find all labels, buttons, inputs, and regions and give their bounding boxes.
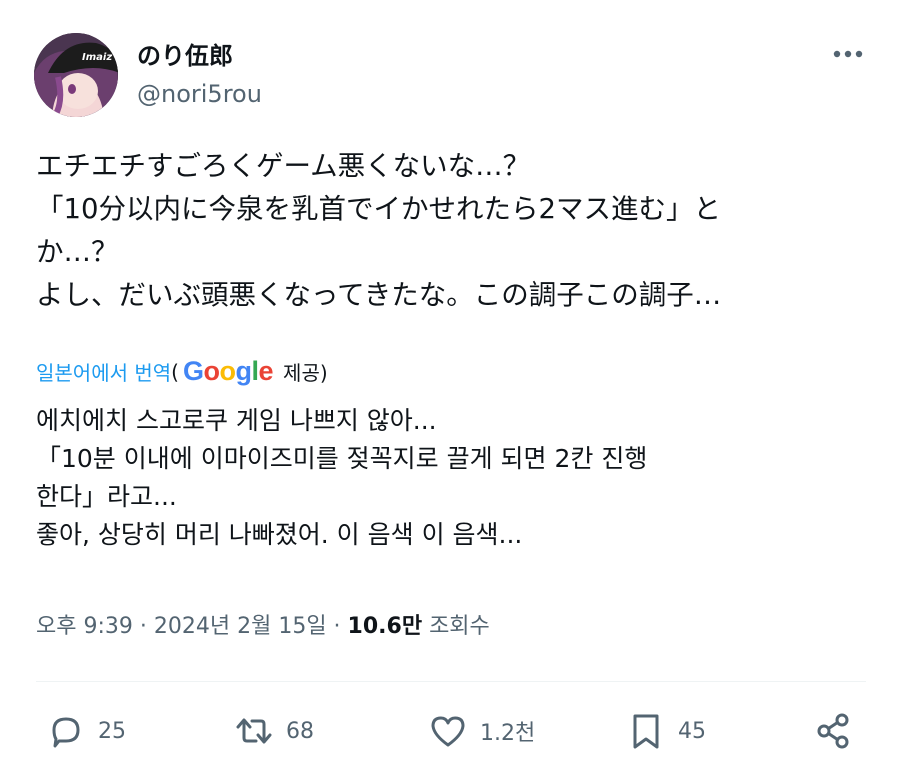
bookmark-icon bbox=[633, 714, 659, 749]
reply-count: 25 bbox=[98, 718, 126, 744]
tweet-date[interactable]: 2024년 2월 15일 bbox=[154, 614, 327, 639]
translation-attribution: 일본어에서 번역 ( Google 제공) bbox=[36, 356, 328, 387]
google-logo: Google bbox=[182, 356, 274, 387]
google-letter: o bbox=[203, 356, 221, 386]
tweet-line: エチエチすごろくゲーム悪くないな…？ bbox=[36, 150, 531, 182]
heart-icon bbox=[431, 716, 465, 747]
google-letter: e bbox=[258, 356, 274, 386]
view-count: 10.6만 bbox=[347, 614, 423, 639]
svg-text:Imaiz: Imaiz bbox=[82, 52, 112, 63]
action-bar: 25 68 1.2천 45 bbox=[36, 708, 866, 754]
divider bbox=[36, 681, 866, 682]
tweet-line: よし、だいぶ頭悪くなってきたな。この調子この調子… bbox=[36, 279, 722, 311]
google-letter: G bbox=[182, 356, 204, 386]
bookmark-button[interactable]: 45 bbox=[626, 708, 706, 754]
avatar[interactable]: Imaiz bbox=[34, 33, 118, 117]
reply-button[interactable]: 25 bbox=[46, 708, 126, 754]
translate-link[interactable]: 일본어에서 번역 bbox=[36, 357, 171, 386]
user-handle[interactable]: @nori5rou bbox=[137, 80, 262, 108]
reply-icon bbox=[52, 717, 80, 748]
separator: · bbox=[326, 614, 348, 639]
avatar-image: Imaiz bbox=[34, 33, 118, 117]
share-button[interactable] bbox=[814, 708, 866, 754]
google-letter: l bbox=[251, 356, 260, 386]
google-letter: o bbox=[219, 356, 237, 386]
bookmark-count: 45 bbox=[678, 718, 706, 744]
repost-count: 68 bbox=[286, 718, 314, 744]
translated-line: 한다」라고... bbox=[36, 482, 177, 511]
like-button[interactable]: 1.2천 bbox=[428, 708, 535, 754]
open-paren: ( bbox=[171, 359, 179, 384]
share-icon bbox=[817, 713, 849, 749]
translated-text: 에치에치 스고로쿠 게임 나쁘지 않아... 「10분 이내에 이마이즈미를 젖… bbox=[36, 402, 876, 554]
provided-label: 제공) bbox=[283, 361, 328, 385]
views-label: 조회수 bbox=[422, 614, 490, 639]
google-letter: g bbox=[235, 356, 253, 386]
tweet-line: か…？ bbox=[36, 236, 119, 268]
like-count: 1.2천 bbox=[480, 721, 536, 746]
tweet-meta: 오후 9:39 · 2024년 2월 15일 · 10.6만 조회수 bbox=[36, 608, 490, 640]
repost-button[interactable]: 68 bbox=[234, 708, 314, 754]
tweet-text: エチエチすごろくゲーム悪くないな…？ 「10分以内に今泉を乳首でイかせれたら2マ… bbox=[36, 145, 876, 317]
display-name[interactable]: のり伍郎 bbox=[137, 36, 233, 71]
translated-line: 좋아, 상당히 머리 나빠졌어. 이 음색 이 음색... bbox=[36, 520, 523, 549]
separator: · bbox=[132, 614, 154, 639]
more-options-icon[interactable] bbox=[830, 40, 866, 68]
repost-icon bbox=[236, 718, 272, 744]
translated-line: 「10분 이내에 이마이즈미를 젖꼭지로 끌게 되면 2칸 진행 bbox=[36, 444, 648, 473]
tweet-time[interactable]: 오후 9:39 bbox=[36, 614, 133, 639]
tweet-line: 「10分以内に今泉を乳首でイかせれたら2マス進む」と bbox=[36, 193, 721, 225]
translated-line: 에치에치 스고로쿠 게임 나쁘지 않아... bbox=[36, 406, 437, 435]
